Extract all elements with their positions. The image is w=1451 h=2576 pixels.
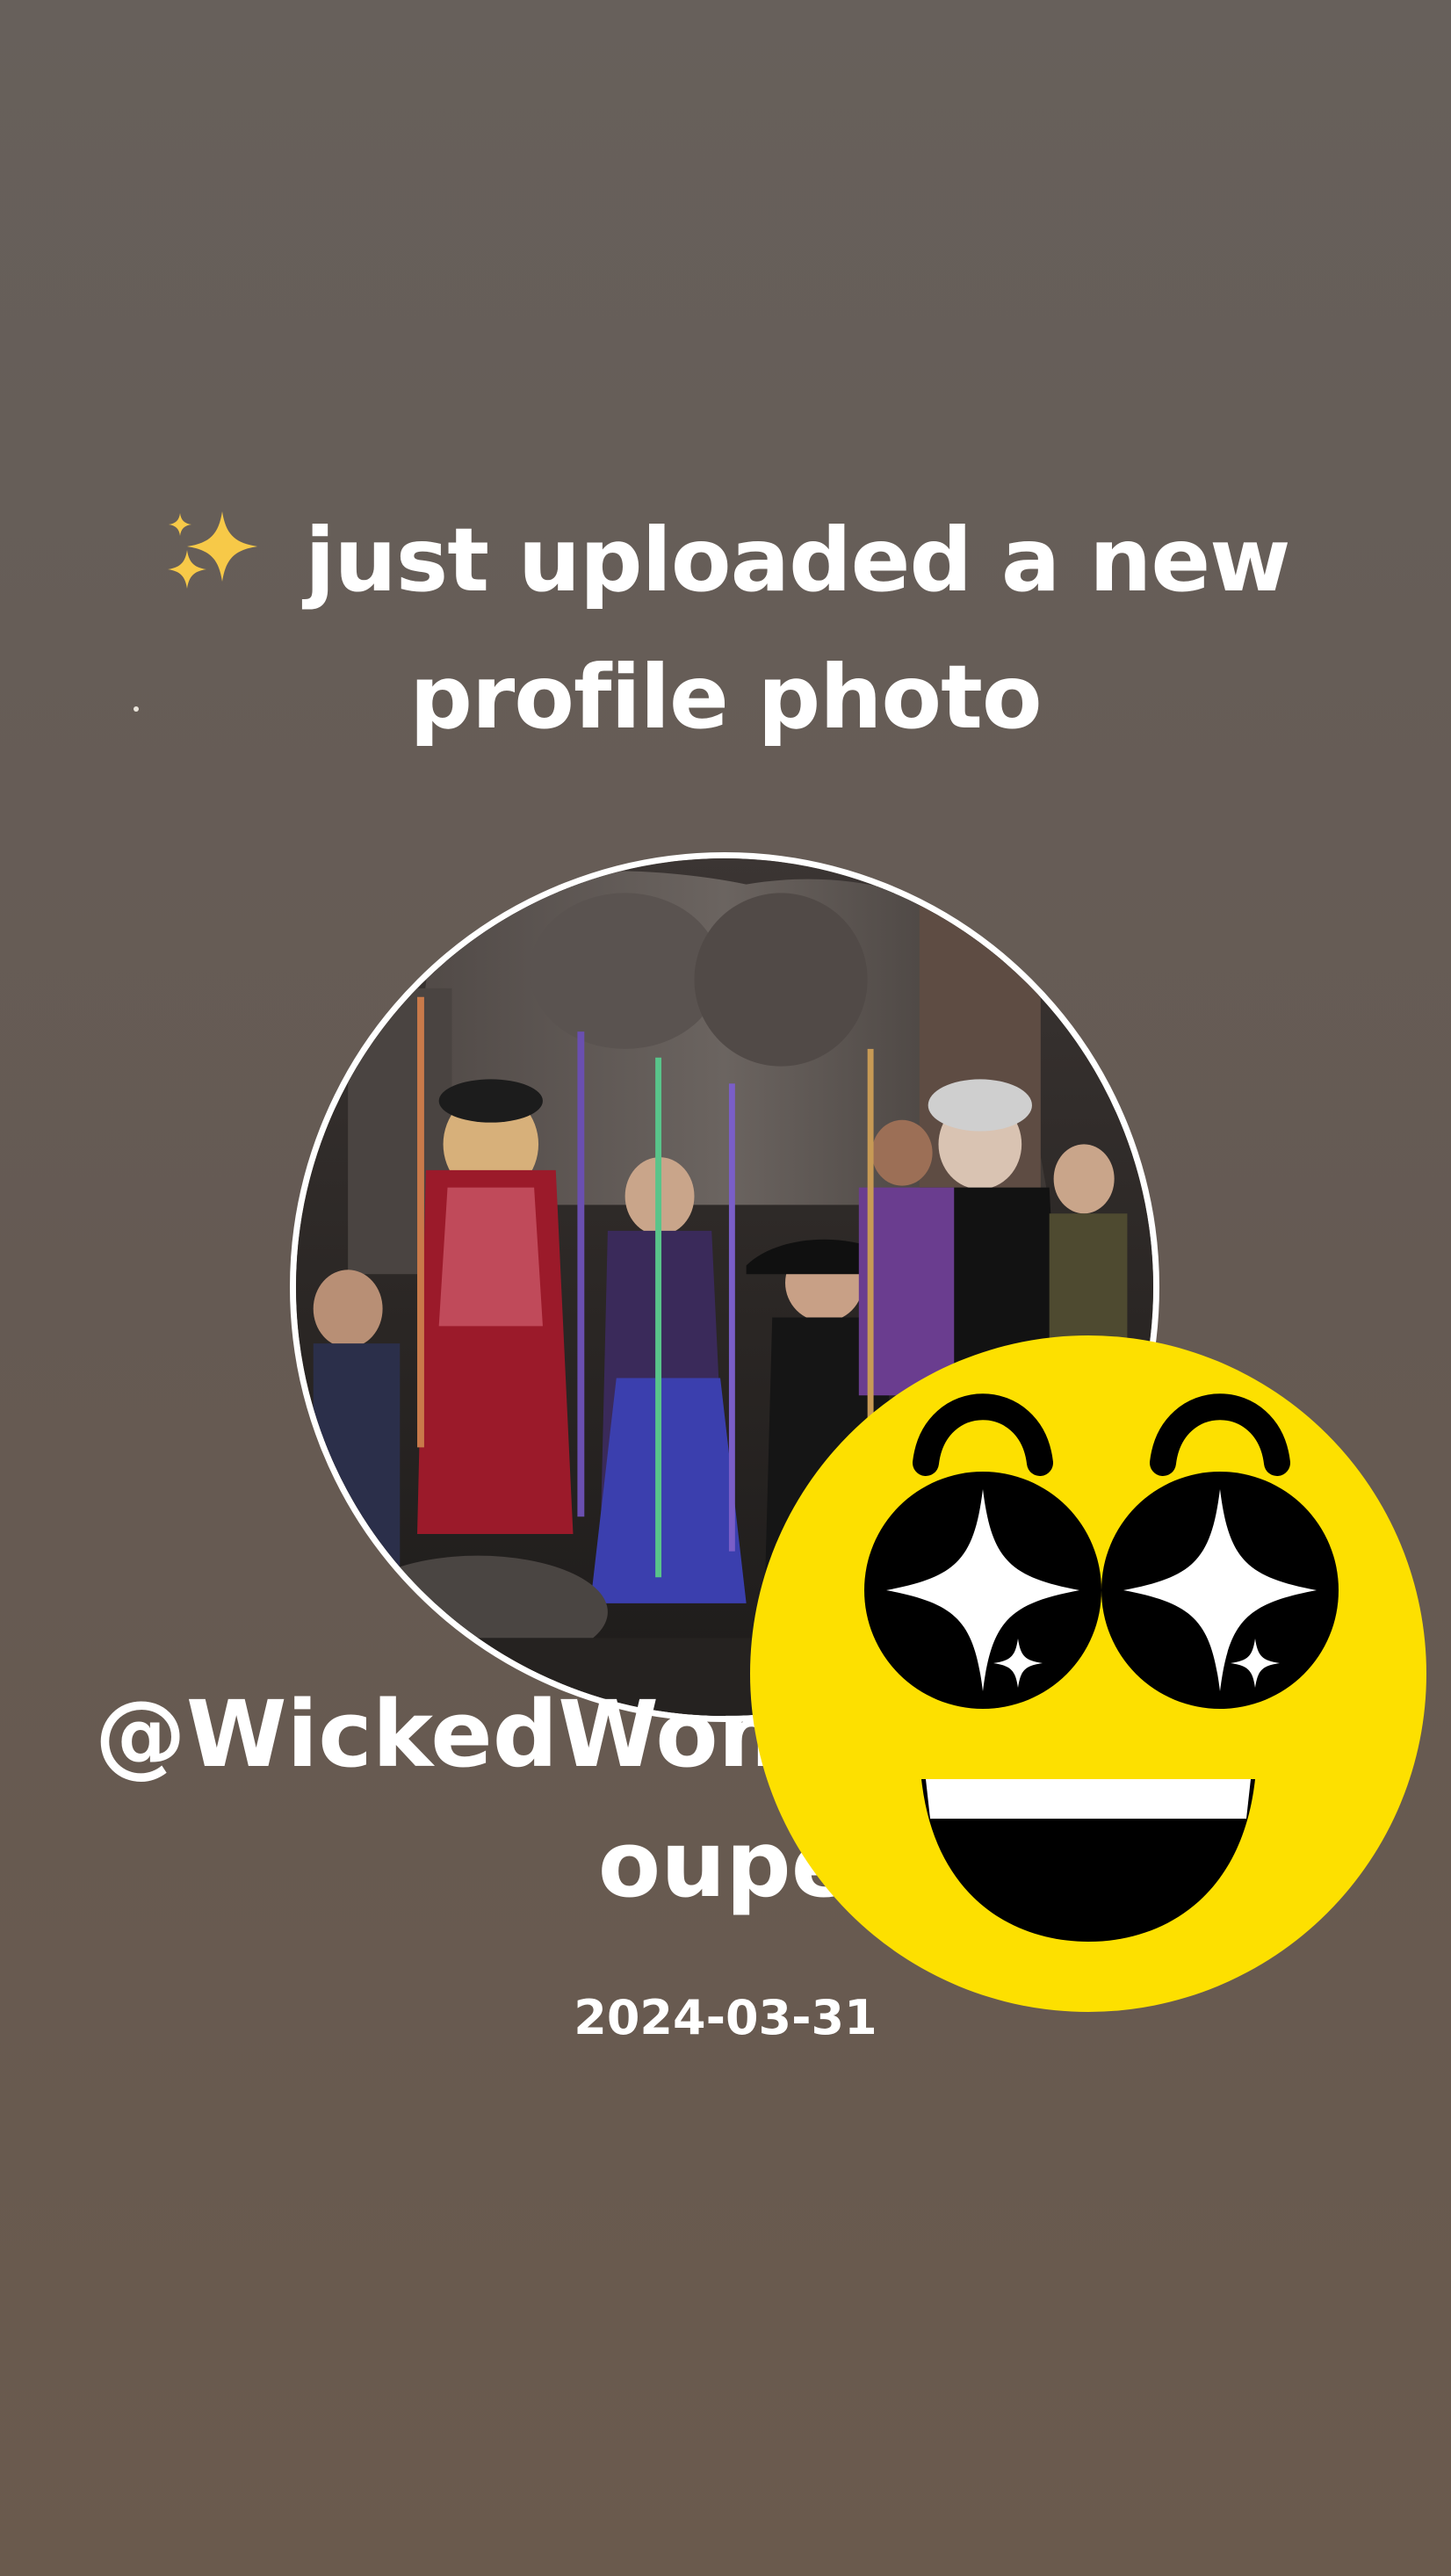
story-card: just uploaded a new profile photo @Wicke… bbox=[0, 0, 1451, 2576]
star-struck-emoji-icon bbox=[750, 1335, 1426, 2012]
decorative-dot bbox=[134, 706, 139, 712]
sparkles-icon bbox=[168, 511, 258, 589]
headline: just uploaded a new profile photo bbox=[97, 492, 1354, 766]
headline-text: just uploaded a new profile photo bbox=[275, 509, 1290, 749]
